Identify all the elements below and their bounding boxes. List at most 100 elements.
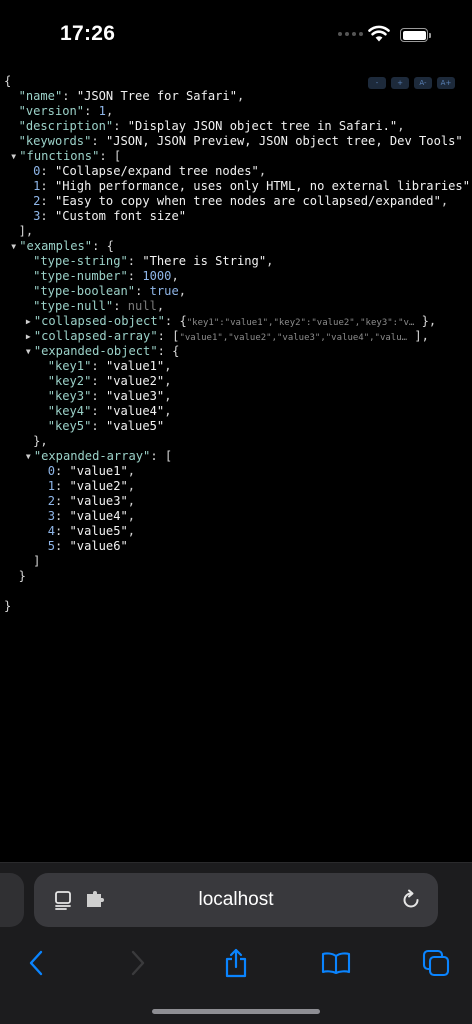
- json-punctuation: :: [91, 419, 106, 433]
- json-string: "Display JSON object tree in Safari.": [127, 119, 398, 133]
- json-punctuation: :: [91, 359, 106, 373]
- json-punctuation: ,: [258, 164, 267, 178]
- json-punctuation: ]: [33, 554, 41, 568]
- json-punctuation: : {: [164, 314, 187, 328]
- collapsed-toggle-icon[interactable]: ▶: [26, 329, 34, 344]
- json-punctuation: ,: [178, 284, 187, 298]
- json-punctuation: ,: [164, 359, 172, 373]
- json-string: "value1": [105, 359, 165, 373]
- json-line[interactable]: ▼ "expanded-array": [: [4, 449, 472, 464]
- json-key: "type-number": [33, 269, 128, 283]
- json-punctuation: ],: [18, 224, 34, 238]
- json-line[interactable]: ▶ "collapsed-object": {"key1":"value1","k…: [4, 314, 472, 329]
- json-punctuation: :: [84, 104, 99, 118]
- json-null: null: [127, 299, 157, 313]
- json-punctuation: :: [54, 524, 70, 538]
- json-line: "key3": "value3",: [4, 389, 472, 404]
- json-line: "type-string": "There is String",: [4, 254, 472, 269]
- expanded-toggle-icon[interactable]: ▼: [26, 449, 34, 464]
- json-string: "value1": [69, 464, 128, 478]
- json-key: "key5": [47, 419, 92, 433]
- json-line: 4: "value5",: [4, 524, 472, 539]
- json-string: "value3": [69, 494, 128, 508]
- json-string: "There is String": [142, 254, 267, 268]
- json-punctuation: },: [33, 434, 48, 448]
- json-punctuation: :: [62, 89, 77, 103]
- json-key: "type-null": [33, 299, 114, 313]
- back-icon: [29, 950, 43, 976]
- json-key: "version": [18, 104, 85, 118]
- json-key: "name": [18, 89, 63, 103]
- json-line[interactable]: ▼ "examples": {: [4, 239, 472, 254]
- json-line: [4, 584, 472, 599]
- address-bar[interactable]: localhost: [34, 873, 438, 927]
- safari-bottom-bar: localhost: [0, 862, 472, 1024]
- tabs-button[interactable]: [416, 941, 456, 985]
- json-key: "type-string": [33, 254, 128, 268]
- json-line: 2: "Easy to copy when tree nodes are col…: [4, 194, 472, 209]
- json-punctuation: ,: [397, 119, 405, 133]
- json-key: "collapsed-array": [33, 329, 158, 343]
- json-string: "value6": [69, 539, 128, 553]
- battery-icon: [400, 28, 431, 42]
- tabs-icon: [422, 949, 450, 977]
- json-line[interactable]: ▼ "functions": [: [4, 149, 472, 164]
- json-punctuation: :: [40, 194, 55, 208]
- json-punctuation: }: [18, 569, 26, 583]
- collapsed-toggle-icon[interactable]: ▶: [26, 314, 34, 329]
- bookmarks-button[interactable]: [316, 941, 356, 985]
- json-number: 2: [47, 494, 55, 508]
- forward-button[interactable]: [118, 941, 158, 985]
- json-line: "type-number": 1000,: [4, 269, 472, 284]
- json-string: "JSON, JSON Preview, JSON object tree, D…: [105, 134, 463, 148]
- json-line: "key2": "value2",: [4, 374, 472, 389]
- share-button[interactable]: [216, 941, 256, 985]
- json-line[interactable]: ▶ "collapsed-array": ["value1","value2","…: [4, 329, 472, 344]
- json-punctuation: :: [40, 209, 55, 223]
- json-punctuation: :: [91, 404, 106, 418]
- expanded-toggle-icon[interactable]: ▼: [26, 344, 34, 359]
- json-line: "key1": "value1",: [4, 359, 472, 374]
- json-punctuation: ,: [164, 374, 172, 388]
- json-line: "key5": "value5": [4, 419, 472, 434]
- json-line: 5: "value6": [4, 539, 472, 554]
- json-number: 1000: [142, 269, 172, 283]
- json-line[interactable]: ▼ "expanded-object": {: [4, 344, 472, 359]
- previous-tab-preview[interactable]: [0, 873, 24, 927]
- json-string: "value4": [69, 509, 128, 523]
- json-punctuation: : [: [150, 449, 173, 463]
- json-punctuation: :: [40, 164, 55, 178]
- reader-icon[interactable]: [54, 890, 74, 910]
- collapsed-preview: "key1":"value1","key2":"value2","key3":"…: [186, 318, 415, 328]
- json-string: "Collapse/expand tree nodes": [54, 164, 259, 178]
- bookmarks-icon: [321, 952, 351, 975]
- json-tree-view: { "name": "JSON Tree for Safari", "versi…: [4, 74, 472, 634]
- json-number: 5: [47, 539, 55, 553]
- json-number: 4: [47, 524, 55, 538]
- json-line: 0: "Collapse/expand tree nodes",: [4, 164, 472, 179]
- back-button[interactable]: [16, 941, 56, 985]
- extension-icon[interactable]: [85, 890, 105, 910]
- json-string: "value5": [105, 419, 165, 433]
- json-line: },: [4, 434, 472, 449]
- json-punctuation: : [: [99, 149, 122, 163]
- json-punctuation: ],: [407, 329, 429, 343]
- json-line: 2: "value3",: [4, 494, 472, 509]
- reload-icon[interactable]: [400, 889, 422, 911]
